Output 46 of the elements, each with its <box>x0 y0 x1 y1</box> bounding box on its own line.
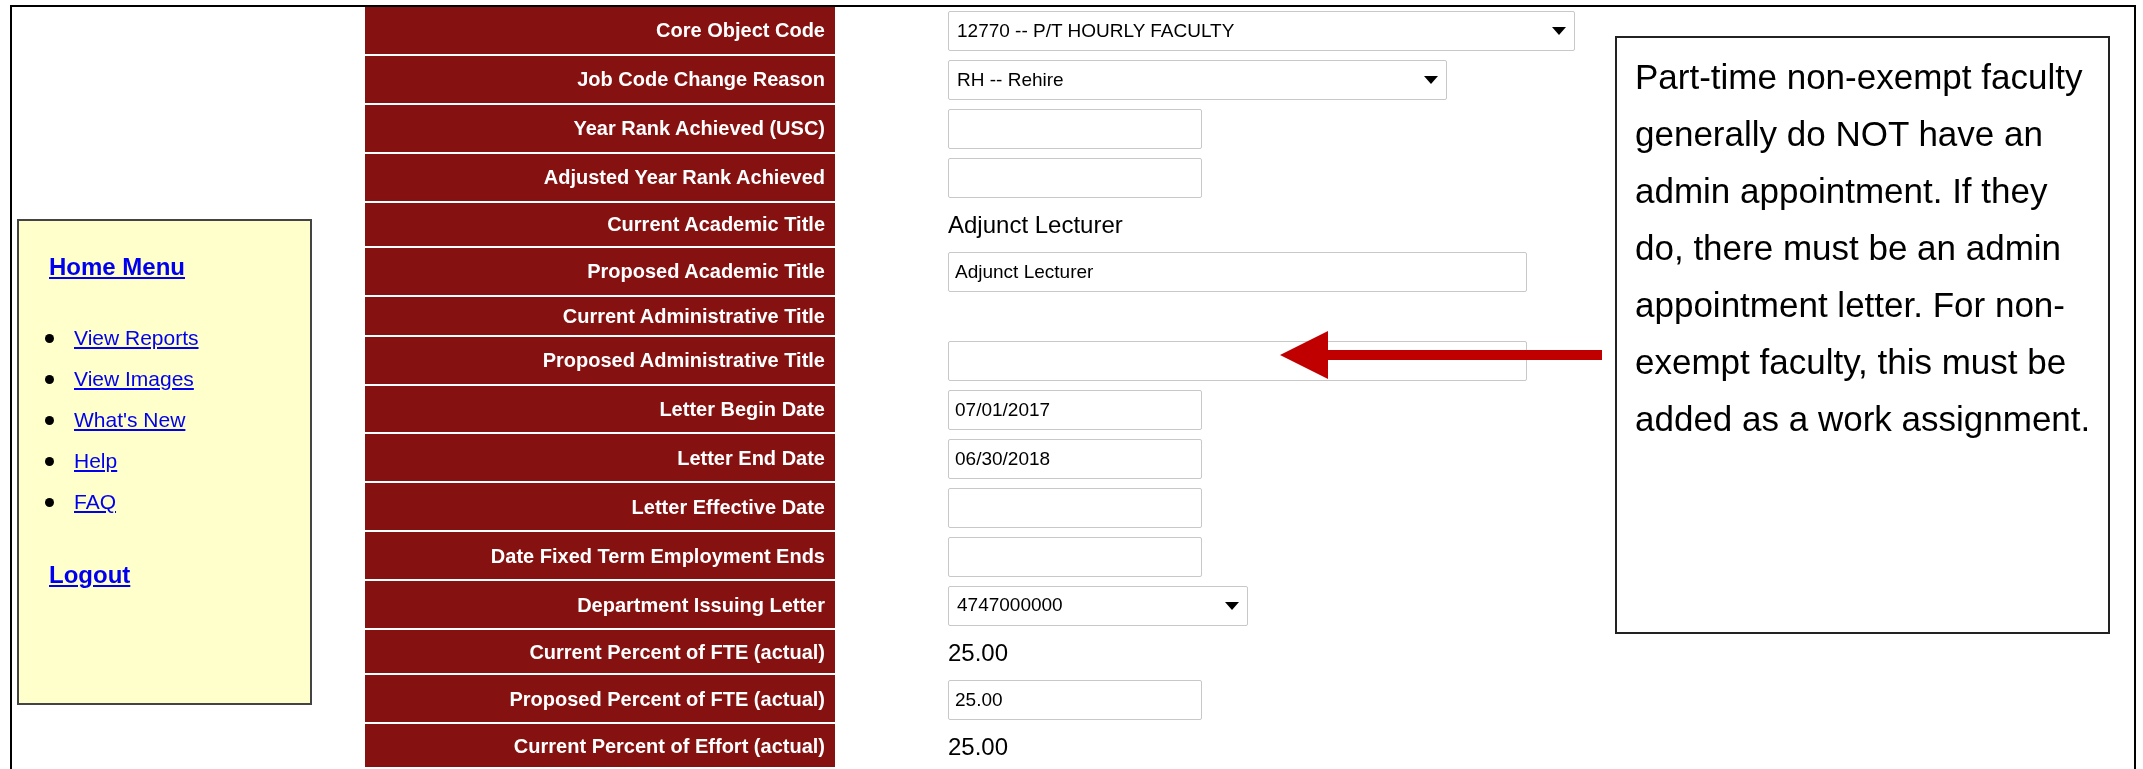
field-label: Job Code Change Reason <box>365 55 835 105</box>
menu-link[interactable]: What's New <box>74 407 186 433</box>
callout-note: Part-time non-exempt faculty generally do NOT have an admin appointment. If they do, there must be an admin appointment letter. For non-exempt faculty, this must be added as a work assignment. <box>1615 36 2110 634</box>
field-label: Year Rank Achieved (USC) <box>365 104 835 154</box>
field-label: Letter Effective Date <box>365 483 835 533</box>
field-label: Proposed Academic Title <box>365 247 835 297</box>
field-label: Current Administrative Title <box>365 296 835 337</box>
bullet-icon <box>45 415 54 425</box>
field-label: Proposed Percent of FTE (actual) <box>365 675 835 725</box>
dropdown[interactable]: 4747000000 <box>948 585 1248 626</box>
logout-link[interactable]: Logout <box>49 557 310 593</box>
field-label: Current Percent of Effort (actual) <box>365 724 835 769</box>
input-field[interactable] <box>948 536 1202 577</box>
caret-icon <box>1225 601 1239 610</box>
field-label: Core Object Code <box>365 7 835 56</box>
input-field[interactable]: 25.00 <box>948 679 1202 720</box>
menu-link[interactable]: Help <box>74 448 118 474</box>
caret-icon <box>1552 27 1566 36</box>
bullet-icon <box>45 333 54 343</box>
input-field[interactable] <box>948 158 1202 199</box>
dropdown[interactable]: 12770 -- P/T HOURLY FACULTY <box>948 11 1575 52</box>
input-field[interactable]: 07/01/2017 <box>948 390 1202 430</box>
field-value: 25.00 <box>948 731 1009 762</box>
menu-link[interactable]: View Reports <box>74 325 199 351</box>
field-value: 25.00 <box>948 637 1009 668</box>
field-label: Letter Begin Date <box>365 385 835 435</box>
field-label: Proposed Administrative Title <box>365 336 835 386</box>
field-label: Adjusted Year Rank Achieved <box>365 153 835 203</box>
dropdown[interactable]: RH -- Rehire <box>948 60 1447 101</box>
caret-icon <box>1424 76 1438 85</box>
input-field[interactable] <box>948 109 1202 150</box>
input-field[interactable] <box>948 487 1202 528</box>
menu-link[interactable]: View Images <box>74 366 194 392</box>
home-menu-link[interactable]: Home Menu <box>49 253 185 280</box>
bullet-icon <box>45 497 54 507</box>
input-field[interactable]: Adjunct Lecturer <box>948 252 1527 293</box>
input-field[interactable]: 06/30/2018 <box>948 438 1202 479</box>
field-label: Current Percent of FTE (actual) <box>365 630 835 676</box>
field-label: Current Academic Title <box>365 202 835 248</box>
menu-link[interactable]: FAQ <box>74 489 116 515</box>
field-label: Letter End Date <box>365 434 835 484</box>
bullet-icon <box>45 456 54 466</box>
field-label: Department Issuing Letter <box>365 581 835 631</box>
field-value: Adjunct Lecturer <box>948 210 1123 241</box>
field-label: Date Fixed Term Employment Ends <box>365 532 835 582</box>
bullet-icon <box>45 374 54 384</box>
